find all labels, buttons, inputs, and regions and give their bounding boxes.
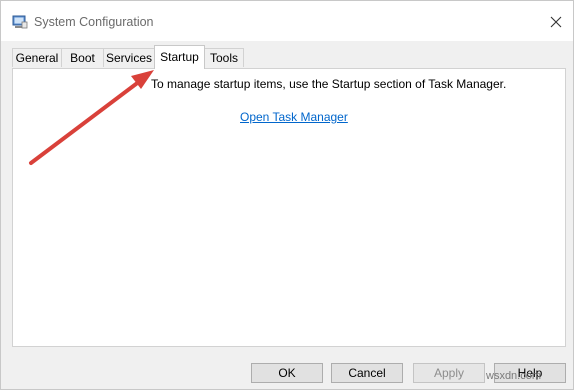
open-task-manager-link[interactable]: Open Task Manager — [240, 110, 348, 124]
tab-services[interactable]: Services — [103, 48, 155, 67]
tab-tools[interactable]: Tools — [204, 48, 244, 67]
tab-boot[interactable]: Boot — [61, 48, 104, 67]
cancel-button[interactable]: Cancel — [331, 363, 403, 383]
apply-button[interactable]: Apply — [413, 363, 485, 383]
close-icon — [550, 16, 562, 28]
tab-general[interactable]: General — [12, 48, 62, 67]
window-title: System Configuration — [34, 15, 154, 29]
system-config-icon — [12, 15, 28, 29]
close-button[interactable] — [539, 5, 573, 39]
watermark: wsxdn.com — [486, 370, 542, 382]
tab-startup[interactable]: Startup — [154, 45, 205, 69]
startup-message: To manage startup items, use the Startup… — [151, 77, 507, 91]
system-configuration-window: System Configuration General Boot Servic… — [0, 0, 574, 390]
startup-tab-panel: To manage startup items, use the Startup… — [12, 68, 566, 347]
ok-button[interactable]: OK — [251, 363, 323, 383]
title-bar[interactable]: System Configuration — [1, 1, 573, 41]
